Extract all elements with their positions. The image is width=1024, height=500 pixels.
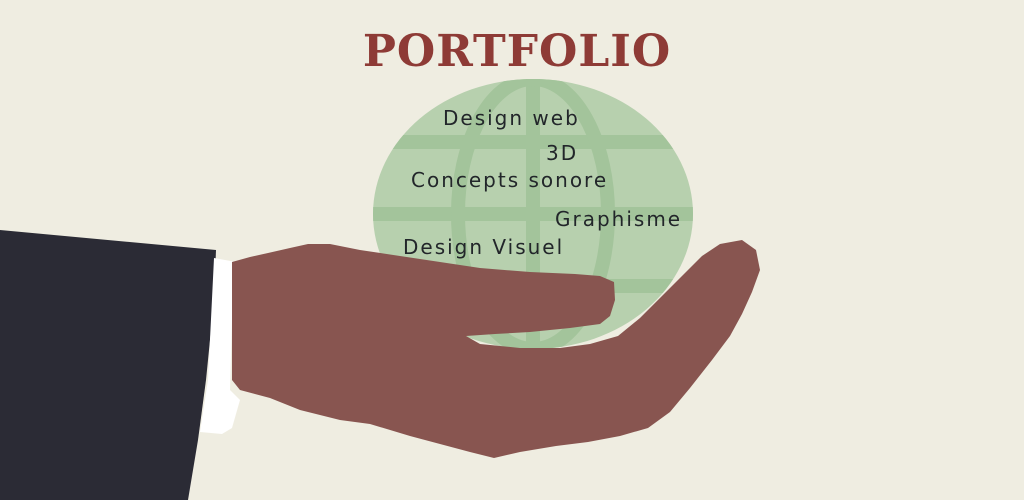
topic-link-3d[interactable]: 3D (546, 141, 578, 165)
topic-link-design-visuel[interactable]: Design Visuel (403, 235, 564, 259)
topic-link-design-web[interactable]: Design web (443, 106, 580, 130)
topic-link-concepts-sonore[interactable]: Concepts sonore (411, 168, 608, 192)
hand (232, 240, 760, 458)
portfolio-banner: PORTFOLIO Design web 3D Concepts sonore … (0, 0, 1024, 500)
suit-sleeve (0, 230, 216, 500)
topic-link-graphisme[interactable]: Graphisme (555, 207, 682, 231)
page-title: PORTFOLIO (362, 26, 672, 77)
